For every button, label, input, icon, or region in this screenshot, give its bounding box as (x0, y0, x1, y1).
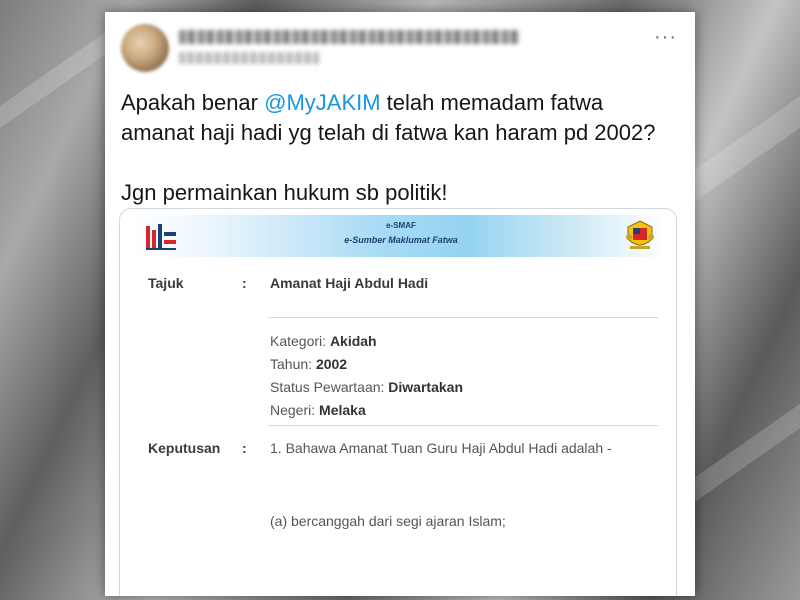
banner-subtitle: e-Sumber Maklumat Fatwa (344, 235, 458, 245)
meta-tahun-value: 2002 (315, 356, 348, 372)
tweet-line-1-after: telah memadam fatwa (380, 90, 604, 115)
meta-tahun-label: Tahun: (270, 356, 316, 372)
meta-negeri: Negeri: Melaka (270, 402, 366, 418)
meta-status: Status Pewartaan: Diwartakan (270, 379, 463, 395)
coat-of-arms-icon (626, 220, 654, 249)
esmaf-banner: e-SMAF e-Sumber Maklumat Fatwa (134, 215, 668, 257)
keputusan-line-2: (a) bercanggah dari segi ajaran Islam; (270, 513, 506, 529)
meta-kategori: Kategori: Akidah (270, 333, 377, 349)
meta-negeri-value: Melaka (319, 402, 366, 418)
banner-title: e-SMAF (386, 221, 416, 230)
divider (268, 425, 658, 426)
meta-negeri-label: Negeri: (270, 402, 320, 418)
avatar[interactable] (121, 24, 169, 72)
meta-tahun: Tahun: 2002 (270, 356, 347, 372)
blurred-display-name[interactable] (179, 30, 519, 44)
meta-kategori-value: Akidah (329, 333, 377, 349)
blurred-username[interactable] (179, 52, 319, 64)
tweet-line-1-before: Apakah benar (121, 90, 265, 115)
embedded-image[interactable]: e-SMAF e-Sumber Maklumat Fatwa Tajuk : A… (119, 208, 677, 596)
tweet-line-2: amanat haji hadi yg telah di fatwa kan h… (121, 120, 656, 145)
keputusan-colon: : (242, 440, 247, 456)
tweet-line-1: Apakah benar @MyJAKIM telah memadam fatw… (121, 88, 681, 118)
keputusan-label: Keputusan (148, 440, 221, 456)
meta-status-label: Status Pewartaan: (270, 379, 389, 395)
mention-link[interactable]: @MyJAKIM (264, 90, 380, 115)
meta-kategori-label: Kategori: (270, 333, 330, 349)
tajuk-label: Tajuk (148, 275, 184, 291)
tweet-text: Apakah benar @MyJAKIM telah memadam fatw… (121, 88, 681, 208)
tajuk-colon: : (242, 275, 247, 291)
tweet-line-3: Jgn permainkan hukum sb politik! (121, 180, 448, 205)
tajuk-value: Amanat Haji Abdul Hadi (270, 275, 429, 291)
more-options-icon[interactable]: ··· (654, 26, 677, 49)
meta-status-value: Diwartakan (388, 379, 463, 395)
keputusan-line-1: 1. Bahawa Amanat Tuan Guru Haji Abdul Ha… (270, 440, 612, 456)
tweet-card: ··· Apakah benar @MyJAKIM telah memadam … (105, 12, 695, 596)
divider (268, 317, 658, 318)
